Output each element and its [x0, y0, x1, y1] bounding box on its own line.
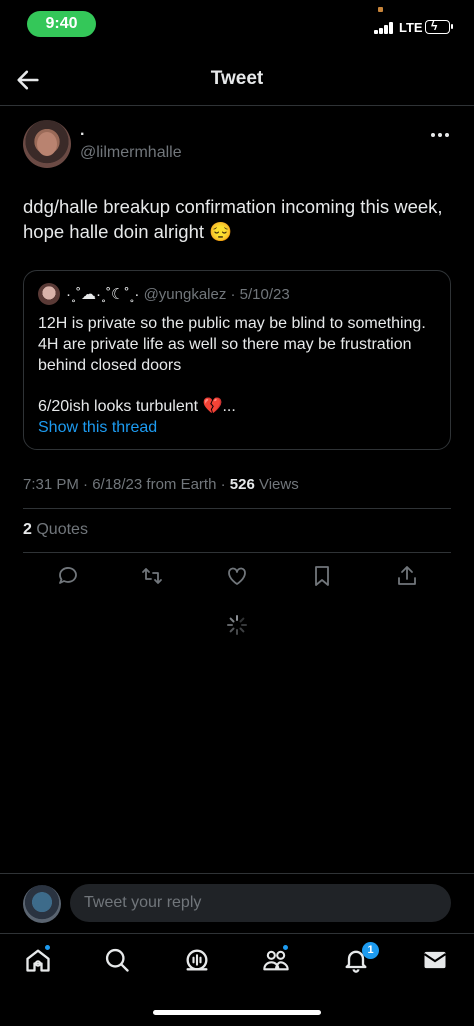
quotes-label: Quotes: [31, 521, 88, 538]
author-avatar[interactable]: [23, 120, 71, 168]
more-options-button[interactable]: [430, 126, 450, 138]
quoted-line: 12H is private so the public may be blin…: [38, 315, 426, 332]
status-time: 9:40: [27, 11, 96, 37]
tab-home[interactable]: [24, 944, 56, 978]
page-title: Tweet: [210, 68, 264, 89]
tab-spaces[interactable]: [183, 946, 215, 978]
quoted-display-name: ·˳˚☁︎·˳˚☾˚˳·: [66, 286, 140, 303]
views-label: Views: [254, 476, 299, 493]
battery-icon: ϟ: [425, 19, 453, 34]
divider: [23, 508, 451, 509]
quoted-line: 6/20ish looks turbulent 💔...: [38, 398, 236, 415]
action-bar: [0, 564, 474, 594]
signal-icon: [374, 22, 396, 34]
divider: [23, 552, 451, 553]
tweet-meta: 7:31 PM · 6/18/23 from Earth · 526 Views: [23, 476, 299, 493]
quotes-count: 2: [23, 521, 32, 538]
reply-icon: [59, 567, 77, 584]
search-icon: [105, 948, 129, 972]
notifications-badge: 1: [362, 942, 379, 959]
quoted-author-avatar: [38, 283, 60, 305]
like-button[interactable]: [225, 564, 253, 592]
loading-spinner-icon: [226, 614, 248, 636]
bookmark-icon: [315, 566, 329, 586]
tab-communities[interactable]: [262, 944, 294, 978]
views-count: 526: [229, 476, 255, 493]
quotes-stat[interactable]: 2 Quotes: [23, 521, 88, 539]
quoted-handle-date: @yungkalez · 5/10/23: [139, 286, 290, 303]
quoted-text: 12H is private so the public may be blin…: [38, 313, 443, 417]
communities-unread-dot: [282, 944, 289, 951]
network-label: LTE: [399, 20, 423, 35]
header: Tweet: [0, 52, 474, 106]
tweet-timestamp: 7:31 PM · 6/18/23 from Earth ·: [23, 476, 230, 493]
user-avatar[interactable]: [23, 885, 61, 923]
quoted-tweet-card[interactable]: ·˳˚☁︎·˳˚☾˚˳· @yungkalez · 5/10/23 12H is…: [23, 270, 451, 450]
status-bar: 9:40 LTE ϟ: [0, 0, 474, 52]
home-unread-dot: [44, 944, 51, 951]
tweet-text: ddg/halle breakup confirmation incoming …: [23, 196, 443, 242]
privacy-indicator: [378, 7, 383, 12]
show-thread-link[interactable]: Show this thread: [38, 419, 157, 437]
share-icon: [398, 566, 416, 585]
author-handle[interactable]: @lilmermhalle: [80, 144, 182, 162]
tab-search[interactable]: [103, 946, 135, 978]
messages-icon: [423, 951, 447, 969]
reply-button[interactable]: [56, 564, 84, 592]
quoted-line: 4H are private life as well so there may…: [38, 336, 412, 374]
like-icon: [228, 567, 246, 585]
more-icon: [431, 133, 449, 137]
home-indicator: [153, 1010, 321, 1015]
tab-notifications[interactable]: 1: [342, 942, 379, 978]
bookmark-button[interactable]: [310, 564, 338, 592]
share-button[interactable]: [395, 564, 423, 592]
reply-bar: [0, 873, 474, 933]
reply-input[interactable]: [70, 884, 451, 922]
retweet-icon: [142, 568, 162, 584]
quoted-header: ·˳˚☁︎·˳˚☾˚˳· @yungkalez · 5/10/23: [66, 285, 290, 303]
retweet-button[interactable]: [140, 564, 168, 592]
tab-messages[interactable]: [421, 946, 453, 978]
spaces-icon: [186, 949, 208, 971]
author-display-name[interactable]: ·: [80, 126, 85, 144]
